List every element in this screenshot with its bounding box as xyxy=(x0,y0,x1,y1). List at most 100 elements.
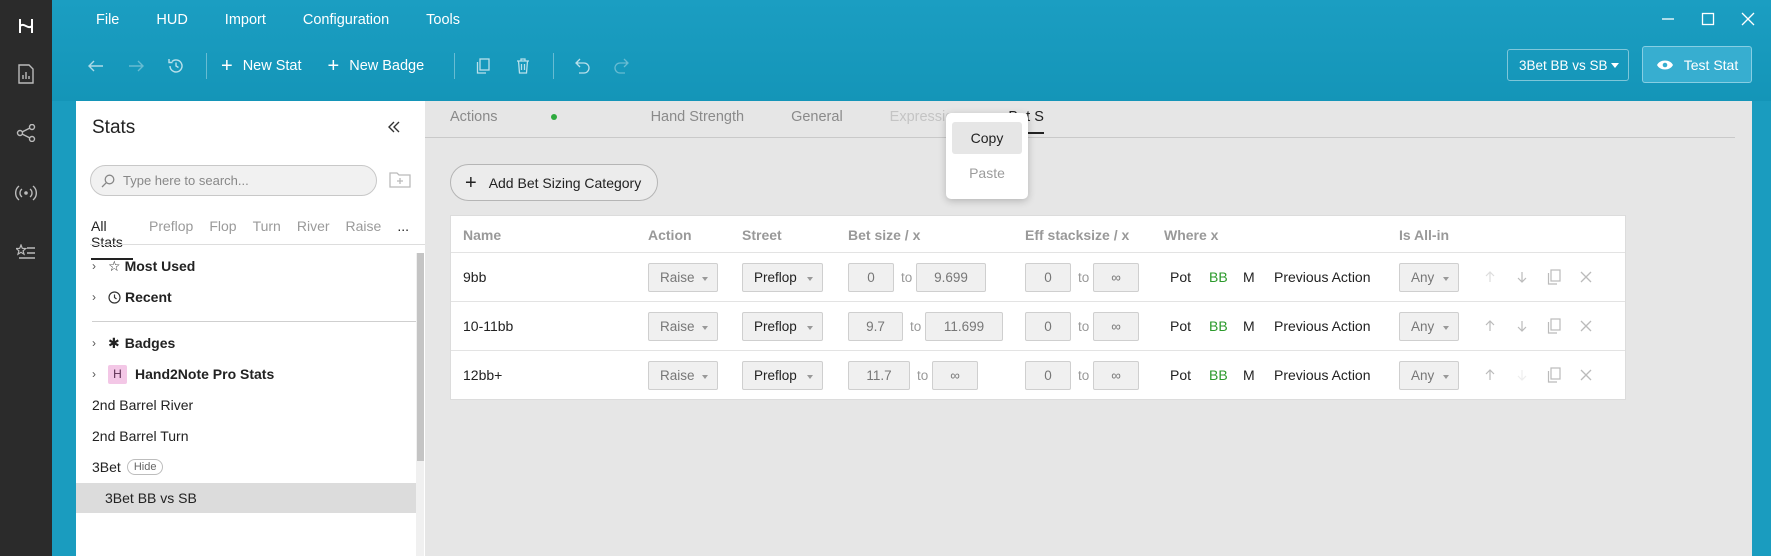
menu-tools[interactable]: Tools xyxy=(426,12,460,28)
action-dropdown[interactable]: Raise xyxy=(648,312,718,341)
tree-folder-label: Badges xyxy=(124,335,176,351)
minimize-icon[interactable] xyxy=(1659,10,1677,28)
menu-file[interactable]: File xyxy=(96,12,119,28)
menu-configuration[interactable]: Configuration xyxy=(303,12,389,28)
move-down-icon[interactable] xyxy=(1513,366,1531,384)
eff-stack-from-input[interactable]: 0 xyxy=(1025,263,1071,292)
all-in-value: Any xyxy=(1411,270,1435,285)
chevron-down-icon xyxy=(807,326,813,330)
remove-icon[interactable] xyxy=(1577,366,1595,384)
remove-icon[interactable] xyxy=(1577,268,1595,286)
duplicate-icon[interactable] xyxy=(1545,268,1563,286)
duplicate-icon[interactable] xyxy=(1545,366,1563,384)
redo-icon[interactable] xyxy=(608,52,636,80)
bet-size-to-input[interactable]: ∞ xyxy=(932,361,978,390)
asterisk-icon: ✱ xyxy=(108,334,120,351)
eff-stack-from-input[interactable]: 0 xyxy=(1025,312,1071,341)
row-name: 9bb xyxy=(463,269,487,285)
new-stat-button[interactable]: + New Stat xyxy=(221,56,302,76)
move-down-icon[interactable] xyxy=(1513,317,1531,335)
action-dropdown[interactable]: Raise xyxy=(648,361,718,390)
new-badge-button[interactable]: + New Badge xyxy=(328,56,425,76)
where-x-previous-action[interactable]: Previous Action xyxy=(1274,318,1371,334)
where-x-m[interactable]: M xyxy=(1243,269,1255,285)
where-x-bb[interactable]: BB xyxy=(1209,318,1228,334)
bet-size-from-input[interactable]: 9.7 xyxy=(848,312,903,341)
where-x-pot[interactable]: Pot xyxy=(1170,269,1191,285)
duplicate-icon[interactable] xyxy=(1545,317,1563,335)
hide-pill-button[interactable]: Hide xyxy=(126,459,164,475)
forward-arrow-icon[interactable] xyxy=(122,52,150,80)
chevron-right-icon: › xyxy=(92,290,96,304)
where-x-bb[interactable]: BB xyxy=(1209,367,1228,383)
where-x-bb[interactable]: BB xyxy=(1209,269,1228,285)
tab-general[interactable]: General xyxy=(791,109,843,134)
remove-icon[interactable] xyxy=(1577,317,1595,335)
col-eff-stacksize: Eff stacksize / x xyxy=(1025,227,1130,243)
network-icon[interactable] xyxy=(13,120,39,146)
where-x-previous-action[interactable]: Previous Action xyxy=(1274,367,1371,383)
tabs-divider xyxy=(425,137,1735,138)
street-dropdown[interactable]: Preflop xyxy=(742,312,823,341)
bet-size-to-input[interactable]: 11.699 xyxy=(925,312,1003,341)
context-menu-paste[interactable]: Paste xyxy=(952,157,1022,189)
action-dropdown[interactable]: Raise xyxy=(648,263,718,292)
eff-stack-from-input[interactable]: 0 xyxy=(1025,361,1071,390)
broadcast-icon[interactable] xyxy=(13,180,39,206)
where-x-m[interactable]: M xyxy=(1243,318,1255,334)
tree-folder-hand2note-pro[interactable]: › H Hand2Note Pro Stats xyxy=(76,359,416,389)
all-in-dropdown[interactable]: Any xyxy=(1399,361,1459,390)
eff-stack-to-input[interactable]: ∞ xyxy=(1093,312,1139,341)
copy-icon[interactable] xyxy=(469,52,497,80)
where-x-pot[interactable]: Pot xyxy=(1170,367,1191,383)
close-icon[interactable] xyxy=(1739,10,1757,28)
menu-hud[interactable]: HUD xyxy=(156,12,187,28)
add-folder-icon[interactable] xyxy=(389,170,411,188)
context-menu-copy[interactable]: Copy xyxy=(952,122,1022,154)
tree-item[interactable]: 2nd Barrel Turn xyxy=(76,421,416,451)
favorites-list-icon[interactable] xyxy=(13,240,39,266)
bet-size-from-input[interactable]: 11.7 xyxy=(848,361,910,390)
report-icon[interactable] xyxy=(13,61,39,87)
search-input[interactable] xyxy=(123,173,353,188)
maximize-icon[interactable] xyxy=(1699,10,1717,28)
move-up-icon[interactable] xyxy=(1481,317,1499,335)
eff-stack-to-input[interactable]: ∞ xyxy=(1093,263,1139,292)
menu-import[interactable]: Import xyxy=(225,12,266,28)
history-icon[interactable] xyxy=(162,52,190,80)
tab-hand-strength[interactable]: Hand Strength xyxy=(651,109,745,134)
move-up-icon[interactable] xyxy=(1481,268,1499,286)
tree-folder-recent[interactable]: › Recent xyxy=(76,282,416,312)
undo-icon[interactable] xyxy=(568,52,596,80)
tree-folder-label: Hand2Note Pro Stats xyxy=(135,366,275,382)
tree-item-selected[interactable]: 3Bet BB vs SB xyxy=(76,483,416,513)
stat-selector-dropdown[interactable]: 3Bet BB vs SB xyxy=(1507,49,1629,81)
app-logo-icon[interactable] xyxy=(13,13,39,39)
bet-size-from-input[interactable]: 0 xyxy=(848,263,894,292)
street-value: Preflop xyxy=(754,368,797,383)
scrollbar-thumb[interactable] xyxy=(417,253,424,461)
tree-item[interactable]: 2nd Barrel River xyxy=(76,390,416,420)
tree-folder-most-used[interactable]: › ☆ Most Used xyxy=(76,251,416,281)
new-stat-label: New Stat xyxy=(242,58,302,74)
eff-stack-to-input[interactable]: ∞ xyxy=(1093,361,1139,390)
bet-size-to-input[interactable]: 9.699 xyxy=(916,263,986,292)
where-x-m[interactable]: M xyxy=(1243,367,1255,383)
chevron-down-icon xyxy=(1443,277,1449,281)
back-arrow-icon[interactable] xyxy=(82,52,110,80)
move-down-icon[interactable] xyxy=(1513,268,1531,286)
all-in-dropdown[interactable]: Any xyxy=(1399,312,1459,341)
tree-item[interactable]: 3Bet Hide xyxy=(76,452,416,482)
move-up-icon[interactable] xyxy=(1481,366,1499,384)
tab-actions[interactable]: Actions xyxy=(450,109,604,134)
delete-icon[interactable] xyxy=(509,52,537,80)
test-stat-button[interactable]: Test Stat xyxy=(1642,46,1752,83)
street-dropdown[interactable]: Preflop xyxy=(742,263,823,292)
street-dropdown[interactable]: Preflop xyxy=(742,361,823,390)
tree-folder-badges[interactable]: › ✱ Badges xyxy=(76,328,416,358)
all-in-dropdown[interactable]: Any xyxy=(1399,263,1459,292)
add-bet-sizing-category-button[interactable]: + Add Bet Sizing Category xyxy=(450,164,659,201)
where-x-pot[interactable]: Pot xyxy=(1170,318,1191,334)
where-x-previous-action[interactable]: Previous Action xyxy=(1274,269,1371,285)
collapse-panel-icon[interactable] xyxy=(387,117,401,138)
